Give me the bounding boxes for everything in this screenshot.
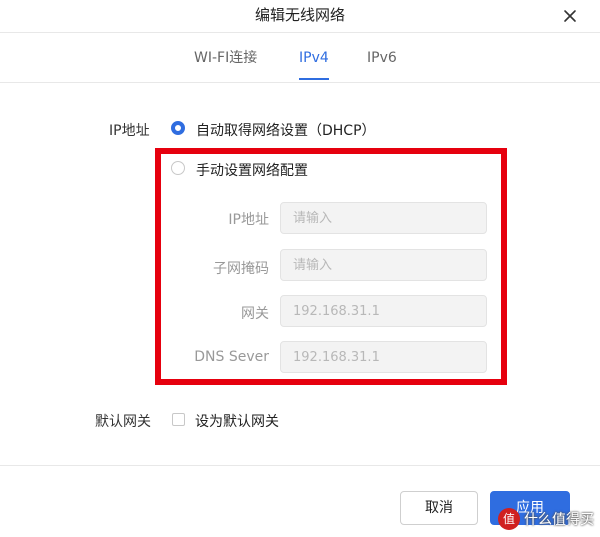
dialog-title: 编辑无线网络: [254, 6, 345, 24]
watermark-text: 什么值得买: [524, 512, 594, 528]
radio-manual-label[interactable]: 手动设置网络配置: [196, 160, 308, 180]
watermark: 值 什么值得买: [498, 507, 594, 531]
radio-manual[interactable]: [171, 161, 185, 175]
header-divider: [0, 32, 600, 33]
cancel-button[interactable]: 取消: [400, 491, 478, 525]
tab-ipv6[interactable]: IPv6: [367, 46, 397, 70]
ip-address-input[interactable]: [280, 202, 487, 234]
field-dns-label: DNS Sever: [194, 349, 269, 365]
default-gateway-label: 默认网关: [95, 414, 151, 430]
field-subnet-label: 子网掩码: [213, 261, 269, 277]
radio-dhcp[interactable]: [171, 121, 185, 135]
tab-wifi[interactable]: WI-FI连接: [194, 46, 257, 70]
radio-dhcp-label[interactable]: 自动取得网络设置（DHCP）: [196, 120, 376, 140]
gateway-input[interactable]: [280, 295, 487, 327]
watermark-logo-icon: 值: [498, 508, 520, 530]
tabs-divider: [0, 82, 600, 83]
field-gateway-label: 网关: [241, 306, 269, 322]
field-ip-label: IP地址: [228, 212, 269, 228]
dns-server-input[interactable]: [280, 341, 487, 373]
default-gateway-checkbox[interactable]: [172, 413, 185, 426]
tab-bar: WI-FI连接 IPv4 IPv6: [0, 46, 600, 82]
footer-divider: [0, 465, 600, 466]
subnet-mask-input[interactable]: [280, 249, 487, 281]
tab-ipv4[interactable]: IPv4: [299, 46, 329, 70]
close-icon[interactable]: [560, 6, 580, 26]
ip-address-label: IP地址: [109, 123, 150, 139]
default-gateway-checkbox-label[interactable]: 设为默认网关: [195, 411, 279, 431]
tab-active-indicator: [299, 78, 329, 80]
